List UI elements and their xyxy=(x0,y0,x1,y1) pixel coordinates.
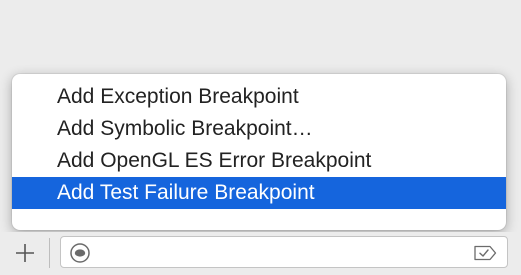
menu-item-label: Add OpenGL ES Error Breakpoint xyxy=(57,149,372,172)
add-breakpoint-menu: Add Exception Breakpoint Add Symbolic Br… xyxy=(12,74,506,230)
filter-input[interactable] xyxy=(97,237,457,267)
menu-item-add-symbolic-breakpoint[interactable]: Add Symbolic Breakpoint… xyxy=(12,113,506,145)
breakpoint-navigator-area: Add Exception Breakpoint Add Symbolic Br… xyxy=(0,0,521,275)
add-breakpoint-button[interactable] xyxy=(10,236,40,270)
menu-item-label: Add Test Failure Breakpoint xyxy=(57,181,315,204)
breakpoint-filter-field[interactable] xyxy=(60,236,508,268)
menu-item-add-opengl-es-error-breakpoint[interactable]: Add OpenGL ES Error Breakpoint xyxy=(12,145,506,177)
menu-item-label: Add Symbolic Breakpoint… xyxy=(57,117,313,140)
menu-item-add-test-failure-breakpoint[interactable]: Add Test Failure Breakpoint xyxy=(12,177,506,209)
menu-item-label: Add Exception Breakpoint xyxy=(57,85,299,108)
toolbar-divider xyxy=(49,238,50,268)
plus-icon xyxy=(16,244,34,262)
checked-tag-icon[interactable] xyxy=(473,245,497,261)
menu-item-add-exception-breakpoint[interactable]: Add Exception Breakpoint xyxy=(12,81,506,113)
filter-circle-icon[interactable] xyxy=(69,242,91,264)
navigator-bottom-bar xyxy=(0,232,521,275)
